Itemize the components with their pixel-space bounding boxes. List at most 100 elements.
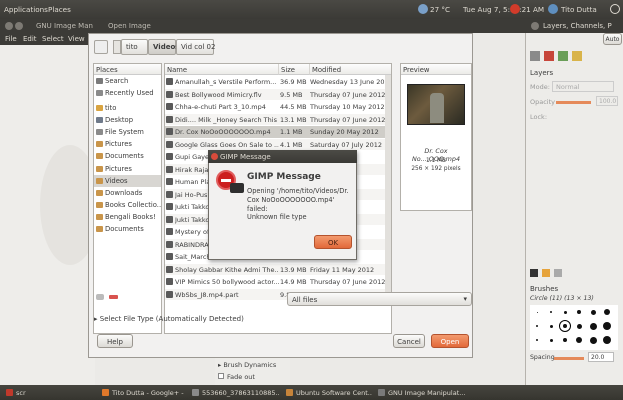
help-button[interactable]: Help <box>97 334 133 348</box>
place-item[interactable]: File System <box>94 126 161 138</box>
file-row[interactable]: VIP Mimics 50 bollywood actor... 14.9 MB T… <box>165 276 391 288</box>
user-icon[interactable] <box>548 4 558 14</box>
place-item[interactable]: Documents <box>94 150 161 162</box>
weather-icon[interactable] <box>418 4 428 14</box>
crumb-videos[interactable]: Videos <box>148 39 179 55</box>
paths-tab-icon[interactable] <box>558 51 568 61</box>
channels-tab-icon[interactable] <box>544 51 554 61</box>
gradients-tab-icon[interactable] <box>554 269 562 277</box>
crumb-tito[interactable]: tito <box>121 39 148 55</box>
auto-button[interactable]: Auto <box>603 33 622 45</box>
opacity-value[interactable]: 100.0 <box>596 96 618 106</box>
brush-swatch[interactable] <box>563 338 567 342</box>
file-list-scrollbar[interactable] <box>385 75 391 295</box>
undo-tab-icon[interactable] <box>572 51 582 61</box>
place-item[interactable]: Pictures <box>94 163 161 175</box>
file-filter-select[interactable]: All files ▾ <box>287 292 472 306</box>
place-item[interactable]: Pictures <box>94 138 161 150</box>
notification-icon[interactable] <box>510 4 520 14</box>
image-canvas[interactable] <box>0 45 100 385</box>
place-item[interactable]: Recently Used <box>94 87 161 99</box>
file-name: Didi.... Milk _Honey Search This <box>175 115 277 124</box>
brush-swatch[interactable] <box>563 310 567 314</box>
file-row[interactable]: Google Glass Goes On Sale to ... 4.1 MB Sa… <box>165 138 391 150</box>
brush-swatch[interactable] <box>536 339 538 341</box>
file-row[interactable]: Best Bollywood Mimicry.flv 9.5 MB Thursday… <box>165 88 391 100</box>
places-menu[interactable]: Places <box>48 5 71 14</box>
brush-swatch[interactable] <box>549 324 553 328</box>
user-name[interactable]: Tito Dutta <box>561 5 597 14</box>
crumb-back-button[interactable] <box>113 40 121 54</box>
layers-tab-icon[interactable] <box>530 51 540 61</box>
brush-grid[interactable] <box>530 305 618 350</box>
menu-file[interactable]: File <box>5 35 17 43</box>
spacing-value[interactable]: 20.0 <box>588 352 614 362</box>
preview-thumbnail <box>407 84 465 125</box>
cancel-button[interactable]: Cancel <box>393 334 425 348</box>
file-row[interactable]: Didi.... Milk _Honey Search This 13.1 MB T… <box>165 113 391 125</box>
brush-swatch[interactable] <box>603 322 611 330</box>
places-header[interactable]: Places <box>94 64 161 75</box>
place-item[interactable]: Desktop <box>94 114 161 126</box>
brush-swatch[interactable] <box>536 311 538 313</box>
patterns-tab-icon[interactable] <box>542 269 550 277</box>
remove-bookmark-icon[interactable] <box>109 295 118 299</box>
close-icon[interactable] <box>5 22 13 30</box>
crumb-vid-col[interactable]: Vid col 02 <box>176 39 215 55</box>
open-button[interactable]: Open <box>431 334 469 348</box>
place-item[interactable]: Downloads <box>94 187 161 199</box>
mode-label: Mode: <box>530 83 550 91</box>
ok-button[interactable]: OK <box>314 235 352 249</box>
brush-swatch[interactable] <box>576 323 582 329</box>
menu-view[interactable]: View <box>68 35 85 43</box>
modified-column-header[interactable]: Modified <box>310 64 391 75</box>
brush-swatch[interactable] <box>536 325 538 327</box>
app-icon <box>192 389 199 396</box>
brush-swatch[interactable] <box>604 309 610 315</box>
taskbar-item[interactable]: GNU Image Manipulat... <box>376 387 466 398</box>
minimize-icon[interactable] <box>15 22 23 30</box>
brush-swatch[interactable] <box>590 309 596 315</box>
brushes-tab-icon[interactable] <box>530 269 538 277</box>
taskbar-item[interactable]: Tito Dutta - Google+ - ... <box>100 387 186 398</box>
file-row[interactable]: Dr. Cox NoOoOOOOOOO.mp4 1.1 MB Sunday 20 M… <box>165 126 391 138</box>
spacing-slider[interactable] <box>554 357 584 360</box>
place-item[interactable]: Bengali Books! <box>94 211 161 223</box>
brush-swatch[interactable] <box>550 311 552 313</box>
applications-menu[interactable]: Applications <box>4 5 48 14</box>
temperature[interactable]: 27 °C <box>430 5 450 14</box>
close-icon[interactable] <box>211 153 218 160</box>
brush-swatch[interactable] <box>576 337 582 343</box>
place-item[interactable]: tito <box>94 102 161 114</box>
edit-path-icon[interactable] <box>94 40 108 54</box>
menu-select[interactable]: Select <box>42 35 64 43</box>
mode-select[interactable]: Normal <box>552 81 614 92</box>
file-size: 14.9 MB <box>280 278 307 286</box>
brush-swatch[interactable] <box>589 336 597 344</box>
brush-swatch[interactable] <box>589 322 597 330</box>
file-row[interactable]: Amanullah_s Verstile Perform... 36.9 MB We… <box>165 76 391 88</box>
place-item[interactable]: Videos <box>94 175 161 187</box>
select-file-type-expander[interactable]: ▸ Select File Type (Automatically Detect… <box>94 315 244 323</box>
place-item[interactable]: Search <box>94 75 161 87</box>
file-row[interactable]: Sholay Gabbar Kithe Admi The... 13.9 MB Fr… <box>165 263 391 275</box>
menu-edit[interactable]: Edit <box>23 35 37 43</box>
opacity-slider[interactable] <box>556 101 591 104</box>
brush-swatch[interactable] <box>549 338 553 342</box>
power-icon[interactable] <box>610 4 620 14</box>
brush-swatch[interactable] <box>577 310 581 314</box>
file-row[interactable]: Chha-e-chuti Part 3_10.mp4 44.5 MB Thursda… <box>165 101 391 113</box>
add-bookmark-icon[interactable] <box>96 294 104 300</box>
brush-swatch[interactable] <box>559 320 571 332</box>
close-icon[interactable] <box>531 22 539 30</box>
taskbar-item[interactable]: Ubuntu Software Cent... <box>284 387 372 398</box>
place-item[interactable]: Books Collectio... <box>94 199 161 211</box>
brush-swatch[interactable] <box>603 336 611 344</box>
size-column-header[interactable]: Size <box>279 64 310 75</box>
place-item[interactable]: Documents <box>94 223 161 235</box>
taskbar-item[interactable]: scr <box>4 387 64 398</box>
taskbar-item[interactable]: 553660_37863110885... <box>190 387 280 398</box>
fade-out-checkbox[interactable] <box>218 373 224 379</box>
name-column-header[interactable]: Name <box>165 64 279 75</box>
clock[interactable]: Tue Aug 7, 5:15:21 AM <box>463 5 544 14</box>
